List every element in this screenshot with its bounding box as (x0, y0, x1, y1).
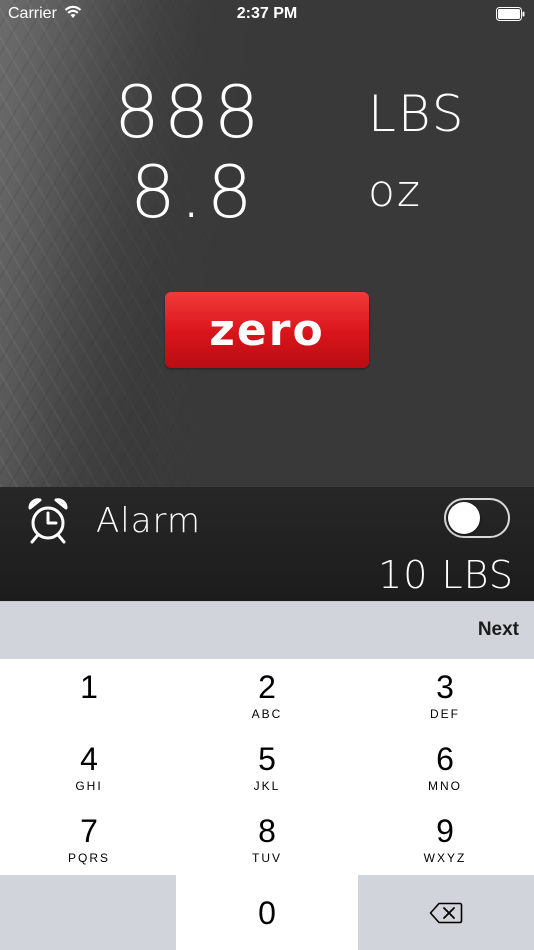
key-letters: WXYZ (423, 850, 467, 865)
backspace-icon (429, 902, 463, 923)
alarm-toggle[interactable] (444, 498, 510, 538)
key-0[interactable]: 0 (176, 875, 358, 950)
battery-icon (496, 7, 525, 21)
key-letters: JKL (253, 778, 281, 793)
key-digit: 0 (258, 894, 276, 931)
ounces-unit-label: oz (368, 166, 423, 217)
number-keypad: 1 2 ABC 3 DEF 4 GHI 5 JKL 6 MNO 7 PQRS 8… (0, 659, 534, 950)
key-digit: 5 (258, 740, 276, 777)
alarm-clock-icon (28, 498, 68, 544)
key-digit: 9 (436, 812, 454, 849)
key-digit: 8 (258, 812, 276, 849)
key-letters: TUV (252, 850, 282, 865)
key-digit: 7 (80, 812, 98, 849)
key-letters: ABC (251, 706, 283, 721)
key-digit: 3 (436, 668, 454, 705)
key-8[interactable]: 8 TUV (178, 803, 356, 875)
zero-button[interactable]: zero (165, 292, 369, 368)
pounds-unit-label: LBS (368, 85, 466, 143)
key-5[interactable]: 5 JKL (178, 731, 356, 803)
alarm-label: Alarm (96, 501, 202, 541)
key-7[interactable]: 7 PQRS (0, 803, 178, 875)
keyboard-accessory-bar: Next (0, 601, 534, 659)
scale-panel: Carrier 2:37 PM 888 LBS 8.8 oz zero (0, 0, 534, 487)
key-3[interactable]: 3 DEF (356, 659, 534, 731)
key-letters: GHI (75, 778, 103, 793)
key-digit: 6 (436, 740, 454, 777)
status-time: 2:37 PM (236, 5, 298, 22)
key-4[interactable]: 4 GHI (0, 731, 178, 803)
key-blank (0, 875, 176, 950)
delete-key[interactable] (358, 875, 534, 950)
key-digit: 2 (258, 668, 276, 705)
key-letters: DEF (430, 706, 460, 721)
key-2[interactable]: 2 ABC (178, 659, 356, 731)
ounces-readout: 8.8 (130, 150, 257, 234)
key-digit: 4 (80, 740, 98, 777)
key-letters: PQRS (67, 850, 110, 865)
key-9[interactable]: 9 WXYZ (356, 803, 534, 875)
key-1[interactable]: 1 (0, 659, 178, 731)
pounds-readout: 888 (114, 70, 264, 154)
key-6[interactable]: 6 MNO (356, 731, 534, 803)
key-digit: 1 (80, 668, 98, 705)
alarm-toggle-knob (448, 502, 480, 534)
next-button[interactable]: Next (478, 619, 519, 641)
status-bar: Carrier 2:37 PM (0, 0, 534, 30)
key-letters: MNO (428, 778, 462, 793)
alarm-threshold-field[interactable]: 10 LBS (378, 553, 514, 597)
